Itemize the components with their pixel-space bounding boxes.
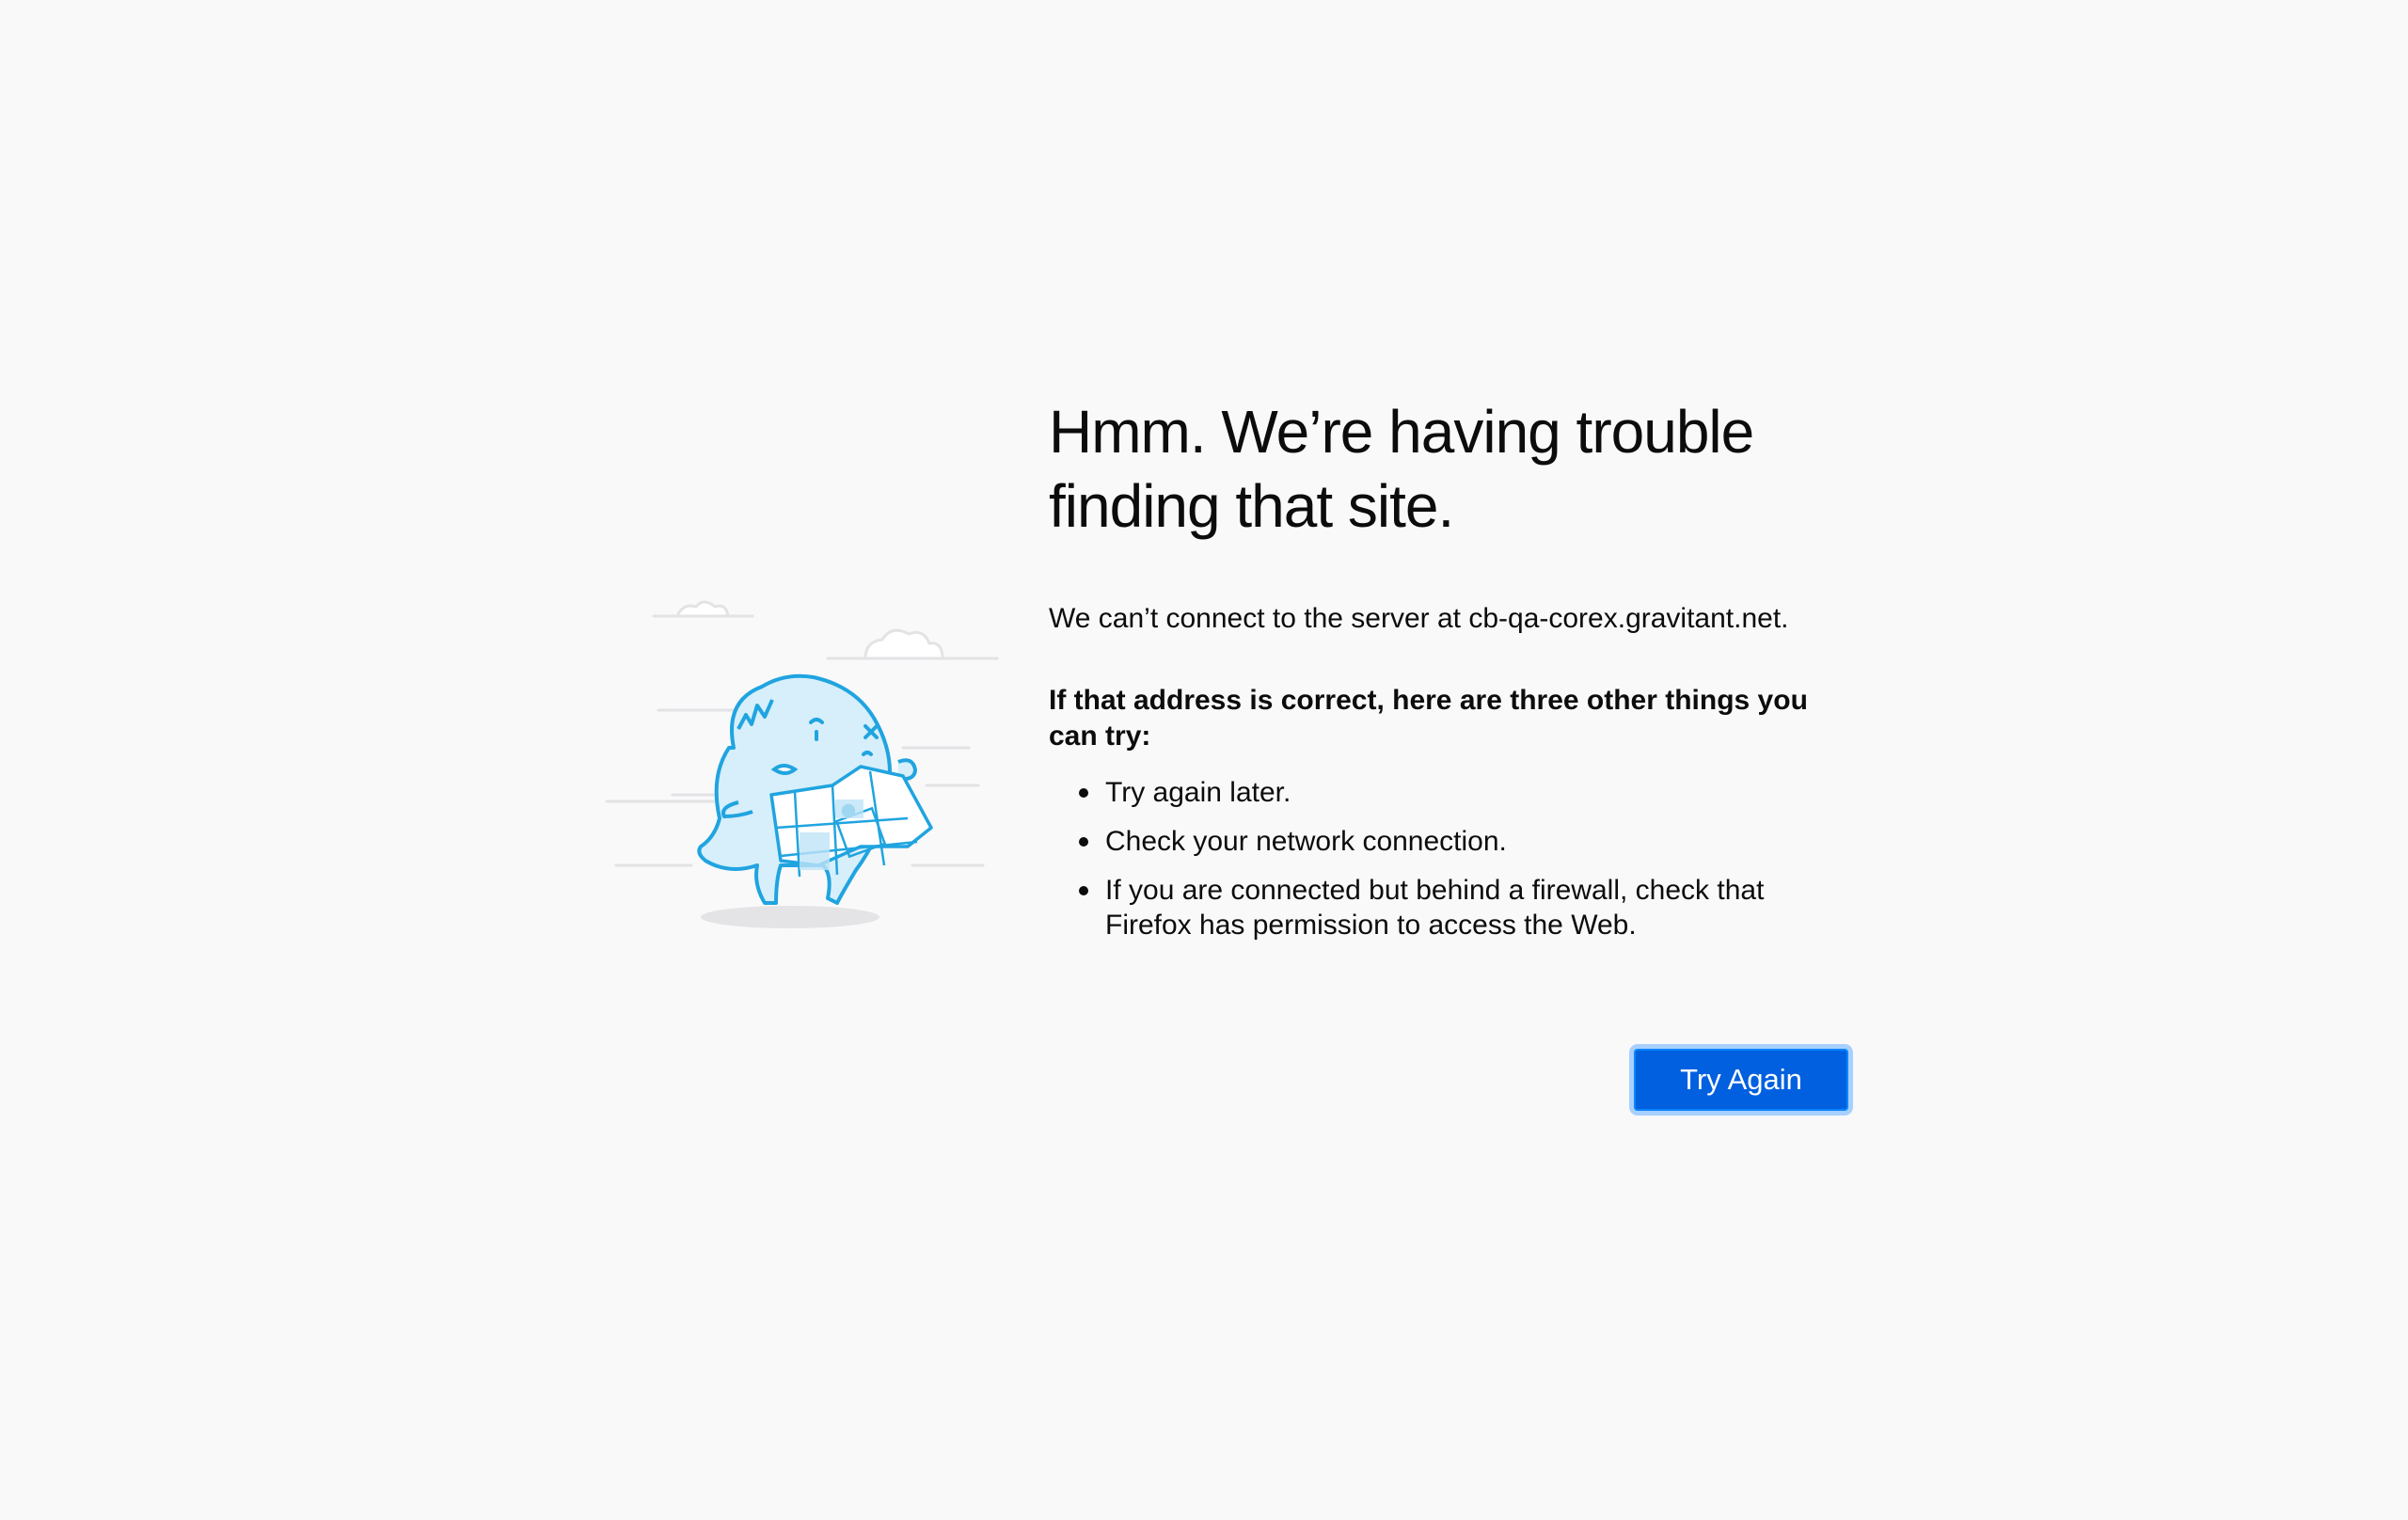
suggestions-list: Try again later. Check your network conn… <box>1049 775 1858 942</box>
error-title: Hmm. We’re having trouble finding that s… <box>1049 398 1754 540</box>
monster-map-illustration-icon <box>602 583 1016 941</box>
suggestion-item: If you are connected but behind a firewa… <box>1049 873 1858 942</box>
bullet-icon <box>1079 886 1088 895</box>
bullet-icon <box>1079 837 1088 847</box>
suggestion-text: Try again later. <box>1105 777 1291 808</box>
error-page: Hmm. We’re having trouble finding that s… <box>0 0 2408 1520</box>
suggestion-text: Check your network connection. <box>1105 826 1507 857</box>
suggestions-heading: If that address is correct, here are thr… <box>1049 685 1808 752</box>
button-container: Try Again <box>1049 1049 1848 1111</box>
error-short-description: We can’t connect to the server at cb-qa-… <box>1049 603 1789 634</box>
try-again-button[interactable]: Try Again <box>1634 1049 1848 1111</box>
suggestion-text: If you are connected but behind a firewa… <box>1105 875 1765 941</box>
suggestion-item: Check your network connection. <box>1049 824 1858 859</box>
error-content: Hmm. We’re having trouble finding that s… <box>1049 395 1858 957</box>
bullet-icon <box>1079 788 1088 798</box>
suggestion-item: Try again later. <box>1049 775 1858 810</box>
